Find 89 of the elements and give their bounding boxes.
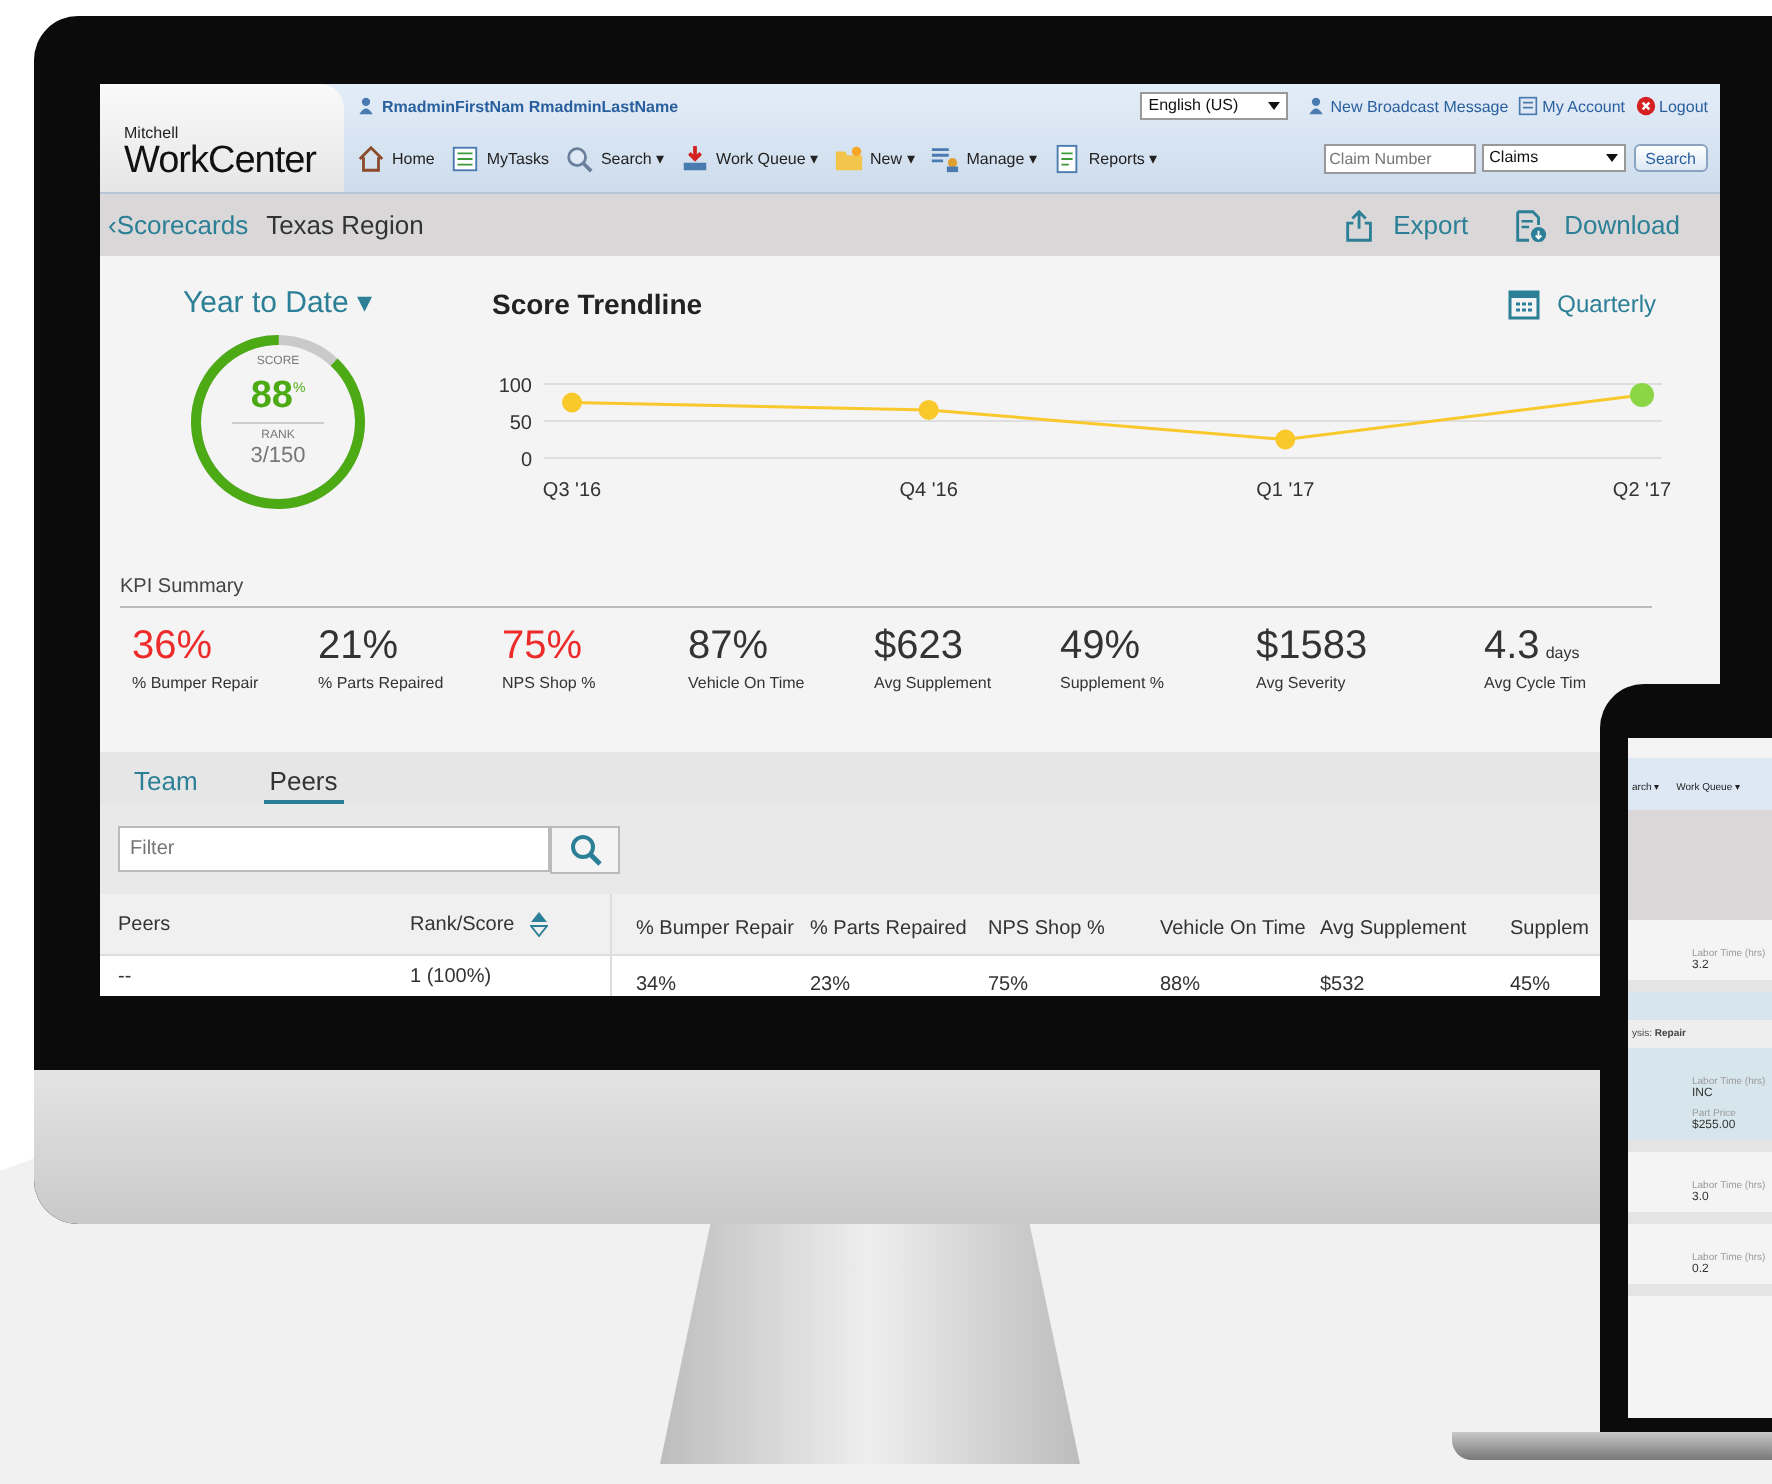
period-dropdown[interactable]: Year to Date ▾	[182, 284, 373, 320]
table-cell: 45%	[1510, 974, 1551, 996]
search-button[interactable]: Search	[1633, 144, 1708, 172]
table-cell: 34%	[636, 974, 677, 996]
kpi-value: 4.3	[1484, 624, 1540, 668]
column-header[interactable]: % Bumper Repair	[636, 917, 794, 939]
table-cell: 23%	[810, 974, 851, 996]
nav-menu-item[interactable]: Home	[356, 143, 435, 173]
document-download-icon	[1512, 207, 1549, 243]
chart-title: Score Trendline	[492, 288, 703, 320]
inbox-arrow-icon	[680, 143, 711, 173]
kpi-unit: days	[1545, 644, 1580, 662]
calendar-icon	[1507, 288, 1540, 320]
nav-menu-item[interactable]: Manage ▾	[930, 143, 1037, 173]
brand-logo: WorkCenter	[124, 142, 317, 182]
nav-menu-item[interactable]: Search ▾	[564, 143, 665, 173]
page-title: Texas Region	[266, 210, 424, 240]
tab[interactable]: Team	[128, 766, 204, 804]
table-cell: 75%	[988, 974, 1029, 996]
magnifier-icon	[564, 143, 595, 173]
x-tick-label: Q1 '17	[1256, 480, 1315, 502]
y-tick-label: 100	[498, 376, 532, 398]
kpi-value: 21%	[318, 624, 401, 668]
kpi-value: $1583	[1256, 624, 1370, 668]
person-icon	[1306, 96, 1327, 116]
score-value: 88$^{%}$	[250, 372, 306, 417]
table-cell: $532	[1320, 974, 1365, 996]
section-title: KPI Summary	[120, 576, 1652, 608]
kpi-label: Avg Severity	[1256, 674, 1348, 692]
kpi-label: Avg Supplement	[874, 674, 994, 692]
interval-selector[interactable]: Quarterly	[1507, 288, 1656, 320]
kpi-label: % Bumper Repair	[132, 674, 261, 692]
data-point	[918, 399, 939, 420]
kpi-value: 75%	[502, 624, 585, 668]
kpi-label: NPS Shop %	[502, 674, 598, 692]
data-point	[562, 392, 582, 413]
language-select[interactable]: English (US)	[1140, 92, 1289, 120]
table-cell: 1 (100%)	[410, 966, 492, 988]
header-link[interactable]: My Account	[1542, 97, 1626, 115]
brand-subtitle: Mitchell	[124, 124, 179, 142]
search-button[interactable]	[550, 825, 620, 873]
column-header[interactable]: Vehicle On Time	[1160, 917, 1306, 939]
nav-menu-item[interactable]: New ▾	[834, 143, 915, 173]
table-cell: --	[118, 966, 132, 988]
nav-menu-item[interactable]: Reports ▾	[1052, 143, 1158, 173]
search-icon	[569, 833, 601, 865]
x-tick-label: Q3 '16	[542, 480, 602, 502]
column-header[interactable]: % Parts Repaired	[810, 917, 967, 939]
rank-value: 3/150	[250, 444, 306, 469]
nav-menu-item[interactable]: MyTasks	[450, 143, 549, 173]
y-tick-label: 0	[520, 450, 532, 472]
kpi-value: 49%	[1060, 624, 1143, 668]
sort-icon[interactable]	[530, 910, 549, 938]
x-tick-label: Q2 '17	[1612, 480, 1672, 502]
nav-menu-item[interactable]: Work Queue ▾	[680, 143, 819, 173]
claim-number-field[interactable]: Claim Number	[1323, 143, 1476, 173]
data-point	[1630, 383, 1654, 408]
y-tick-label: 50	[509, 413, 532, 435]
laptop-toolbar-panel	[1628, 810, 1772, 920]
house-icon	[356, 143, 386, 173]
kpi-value: $623	[874, 624, 965, 668]
kpi-value: 36%	[132, 624, 215, 668]
x-tick-label: Q4 '16	[899, 480, 958, 502]
kpi-label: Avg Cycle Tim	[1484, 674, 1584, 692]
data-point	[1275, 429, 1296, 450]
column-header[interactable]: NPS Shop %	[988, 917, 1105, 939]
kpi-value: 87%	[688, 624, 771, 668]
column-header[interactable]: Avg Supplement	[1320, 917, 1467, 939]
checklist-icon	[450, 143, 481, 173]
share-icon	[1341, 207, 1378, 243]
kpi-label: Supplement %	[1060, 674, 1167, 692]
claim-type-select[interactable]: Claims	[1481, 144, 1626, 172]
column-header[interactable]: Supplem	[1510, 917, 1589, 939]
column-header[interactable]: Peers	[118, 913, 171, 935]
account-card-icon	[1518, 96, 1539, 116]
kpi-label: % Parts Repaired	[318, 674, 446, 692]
header-link[interactable]: New Broadcast Message	[1330, 97, 1509, 115]
kpi-label: Vehicle On Time	[688, 674, 807, 692]
document-icon	[1052, 143, 1083, 173]
table-cell: 88%	[1160, 974, 1201, 996]
column-header[interactable]: Rank/Score	[410, 910, 549, 938]
header-link[interactable]: Logout	[1659, 97, 1708, 115]
user-name: RmadminFirstNam RmadminLastName	[382, 97, 679, 115]
filter-field[interactable]: Filter	[118, 826, 550, 872]
folder-icon	[834, 143, 865, 173]
close-icon	[1635, 96, 1656, 116]
person-icon	[356, 96, 376, 116]
laptop-section-band	[1628, 992, 1772, 1020]
list-person-icon	[930, 143, 961, 173]
